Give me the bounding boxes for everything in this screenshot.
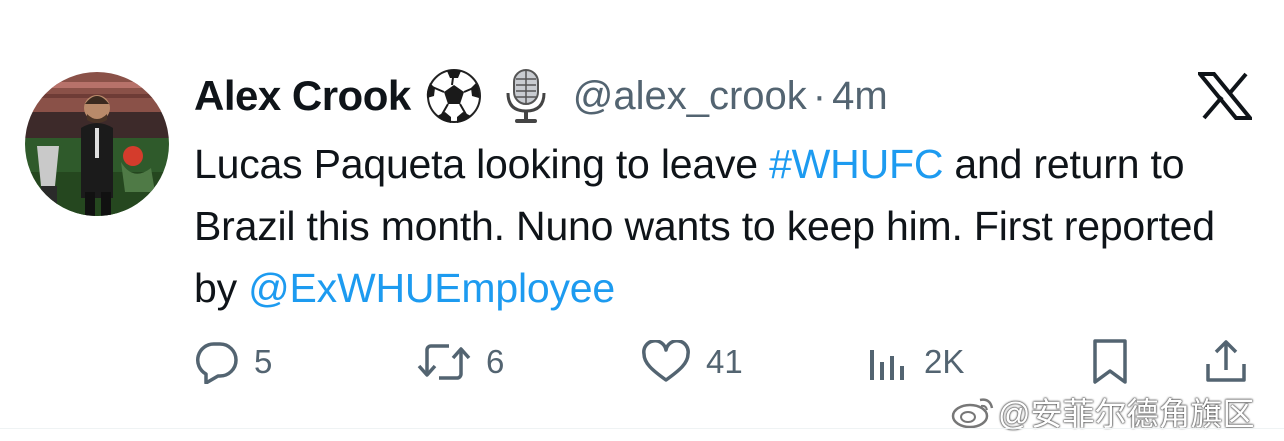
share-button[interactable] xyxy=(1204,336,1248,388)
tweet-header: Alex Crook @alex_crook · 4m xyxy=(194,66,888,126)
weibo-logo-icon xyxy=(950,394,996,430)
retweet-icon xyxy=(417,344,471,380)
avatar[interactable] xyxy=(25,72,169,216)
reply-icon xyxy=(196,342,238,384)
bookmark-icon xyxy=(1093,339,1127,384)
timestamp[interactable]: 4m xyxy=(832,74,888,119)
separator-dot: · xyxy=(812,73,827,118)
like-button[interactable]: 41 xyxy=(640,336,743,388)
tweet-text: Lucas Paqueta looking to leave #WHUFC an… xyxy=(194,133,1254,319)
x-logo-icon xyxy=(1198,72,1252,120)
watermark: @安菲尔德角旗区 xyxy=(950,392,1255,432)
bookmark-button[interactable] xyxy=(1090,336,1130,388)
reply-count: 5 xyxy=(254,343,273,380)
author-name[interactable]: Alex Crook xyxy=(194,72,411,120)
views-button[interactable]: 2K xyxy=(866,336,964,388)
hashtag-link[interactable]: #WHUFC xyxy=(769,141,943,187)
reply-button[interactable]: 5 xyxy=(194,336,272,388)
author-handle[interactable]: @alex_crook xyxy=(573,74,807,119)
divider xyxy=(0,428,1284,429)
tweet-text-part: Lucas Paqueta looking to leave xyxy=(194,141,770,187)
microphone-icon xyxy=(497,67,555,125)
retweet-button[interactable]: 6 xyxy=(416,336,504,388)
like-count: 41 xyxy=(706,343,743,380)
views-count: 2K xyxy=(924,343,965,380)
share-icon xyxy=(1206,340,1246,382)
retweet-count: 6 xyxy=(486,343,505,380)
views-bar-chart-icon xyxy=(870,350,904,380)
action-bar: 5 6 41 2K xyxy=(194,336,1254,388)
mention-link[interactable]: @ExWHUEmployee xyxy=(248,265,615,311)
tweet-card[interactable]: Alex Crook @alex_crook · 4m Lucas Paquet… xyxy=(0,0,1284,441)
heart-icon xyxy=(642,340,690,382)
soccer-ball-icon xyxy=(425,67,483,125)
